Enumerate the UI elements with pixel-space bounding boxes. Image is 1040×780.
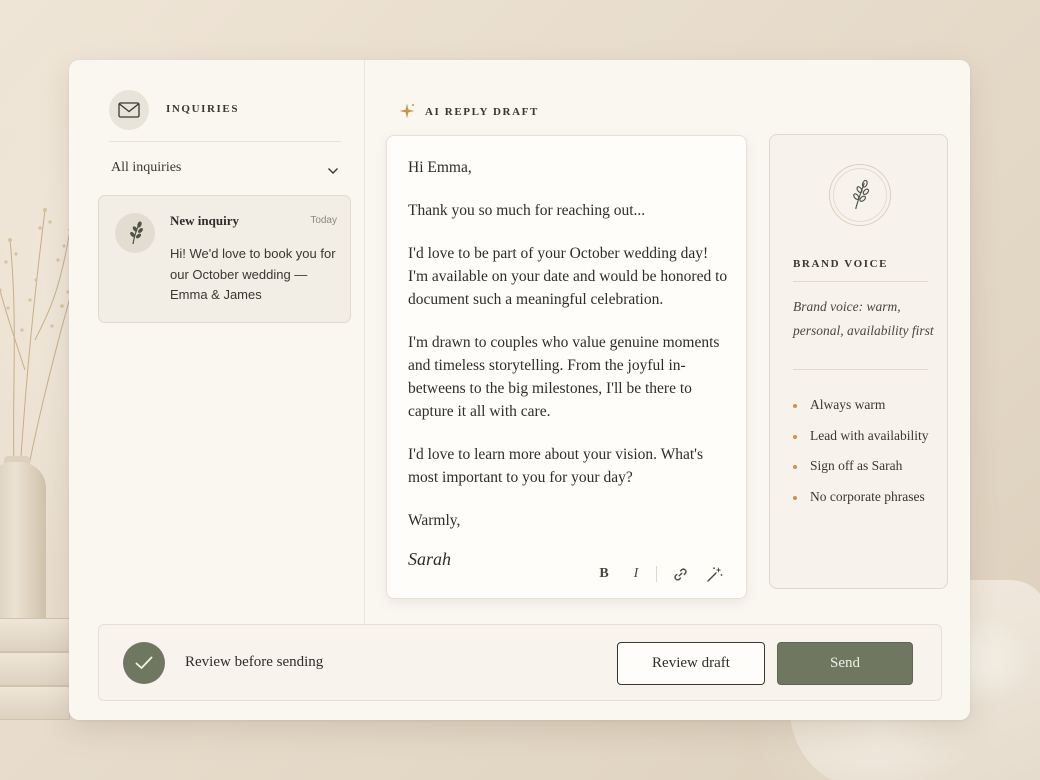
chevron-down-icon: [327, 164, 339, 180]
filter-label: All inquiries: [111, 160, 182, 175]
bullet-icon: [793, 495, 797, 500]
brand-rule-item: Lead with availability: [793, 428, 943, 459]
brand-voice-panel: BRAND VOICE Brand voice: warm, personal,…: [769, 134, 948, 589]
inquiry-title: New inquiry: [170, 213, 239, 228]
brand-rule-item: Always warm: [793, 397, 943, 428]
draft-signature: Sarah: [408, 549, 452, 569]
italic-button[interactable]: I: [624, 562, 648, 586]
format-toolbar: B I: [592, 562, 732, 586]
brand-emblem: [829, 164, 891, 226]
leaf-avatar-icon: [115, 213, 155, 253]
toolbar-divider: [656, 566, 657, 582]
sparkle-icon: [399, 103, 415, 124]
inquiries-sidebar: INQUIRIES All inquiries New inquiry Toda…: [69, 60, 365, 624]
draft-closing: Warmly,: [408, 512, 461, 529]
magic-wand-icon: [706, 566, 722, 582]
bullet-icon: [793, 465, 797, 469]
action-footer: Review before sending Review draft Send: [98, 624, 942, 701]
brand-rule-item: Sign off as Sarah: [793, 458, 943, 489]
draft-greeting: Hi Emma,: [408, 159, 472, 176]
draft-section-title: AI REPLY DRAFT: [425, 106, 539, 118]
vase-decoration: [0, 462, 46, 637]
review-status-text: Review before sending: [185, 654, 324, 670]
bullet-icon: [793, 404, 797, 408]
brand-voice-rules: Always warm Lead with availability Sign …: [793, 397, 943, 519]
link-icon: [673, 567, 687, 581]
brand-voice-description: Brand voice: warm, personal, availabilit…: [793, 299, 934, 338]
mail-icon: [109, 90, 149, 130]
checkmark-icon: [123, 642, 165, 684]
draft-paragraph-3: I'm drawn to couples who value genuine m…: [408, 334, 720, 420]
sidebar-title: INQUIRIES: [166, 103, 240, 115]
inquiry-timestamp: Today: [310, 215, 337, 226]
dried-flowers-decoration: [0, 208, 77, 470]
app-window: INQUIRIES All inquiries New inquiry Toda…: [69, 60, 970, 720]
link-button[interactable]: [668, 562, 692, 586]
inquiry-list-item[interactable]: New inquiry Today Hi! We'd love to book …: [98, 195, 351, 323]
inquiry-preview: Hi! We'd love to book you for our Octobe…: [170, 246, 336, 302]
draft-paragraph-1: Thank you so much for reaching out...: [408, 202, 646, 219]
divider: [793, 369, 928, 370]
brand-voice-title: BRAND VOICE: [793, 258, 889, 270]
review-draft-button[interactable]: Review draft: [617, 642, 765, 685]
bold-button[interactable]: B: [592, 562, 616, 586]
draft-paragraph-4: I'd love to learn more about your vision…: [408, 446, 703, 486]
reply-draft-editor[interactable]: Hi Emma, Thank you so much for reaching …: [386, 135, 747, 599]
draft-paragraph-2: I'd love to be part of your October wedd…: [408, 245, 728, 308]
books-decoration: [0, 618, 70, 720]
bullet-icon: [793, 434, 797, 439]
divider: [793, 281, 928, 282]
send-button[interactable]: Send: [777, 642, 913, 685]
brand-rule-item: No corporate phrases: [793, 489, 943, 520]
inquiry-filter-dropdown[interactable]: All inquiries: [111, 160, 341, 182]
magic-rewrite-button[interactable]: [702, 562, 726, 586]
draft-body[interactable]: Hi Emma, Thank you so much for reaching …: [408, 156, 730, 532]
sidebar-header: INQUIRIES: [109, 90, 341, 142]
leaf-sprig-icon: [853, 180, 870, 210]
